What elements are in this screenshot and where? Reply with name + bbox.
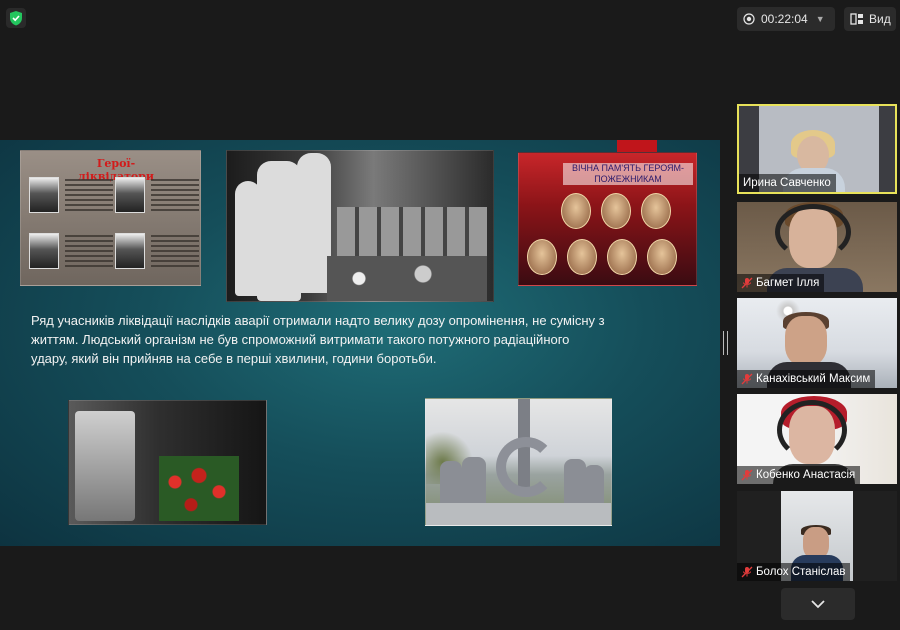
participant-name: Багмет Ілля <box>737 274 825 292</box>
monument-base <box>426 503 611 525</box>
poster-caption: ВІЧНА ПАМ'ЯТЬ ГЕРОЯМ-ПОЖЕЖНИКАМ <box>563 163 693 185</box>
portrait <box>29 233 59 269</box>
participant-name: Канахівський Максим <box>737 370 876 388</box>
scroll-participants-down-button[interactable] <box>781 588 855 620</box>
participant-name-text: Канахівський Максим <box>756 373 871 385</box>
caption-text <box>151 179 199 213</box>
participant-tile[interactable]: Болох Станіслав <box>737 491 897 581</box>
participant-video <box>785 316 827 366</box>
statue <box>564 459 586 505</box>
memorial-procession-photo <box>226 150 494 302</box>
participant-tile[interactable]: Багмет Ілля <box>737 202 897 292</box>
shield-check-icon <box>10 11 22 26</box>
portrait <box>115 233 145 269</box>
headphones <box>777 400 847 460</box>
portrait <box>567 239 597 275</box>
slide-paragraph: Ряд учасників ліквідації наслідків аварі… <box>31 311 686 368</box>
paragraph-line: удару, який він прийняв на себе в перші … <box>31 351 437 366</box>
participant-tile[interactable]: Кобенко Анастасія <box>737 394 897 484</box>
paragraph-line: Ряд учасників ліквідації наслідків аварі… <box>31 313 605 328</box>
monument-ring <box>496 437 556 497</box>
caption-text <box>151 235 199 269</box>
heroes-liquidators-photo: Герої-ліквідатори <box>20 150 201 286</box>
muted-mic-icon <box>741 469 753 481</box>
firefighters-memorial-poster: ВІЧНА ПАМ'ЯТЬ ГЕРОЯМ-ПОЖЕЖНИКАМ <box>518 152 697 286</box>
caption-text <box>65 235 113 269</box>
flowers <box>327 256 487 301</box>
paragraph-line: життям. Людський організм не був спромож… <box>31 332 570 347</box>
participant-name: Болох Станіслав <box>737 563 851 581</box>
figure <box>297 153 331 293</box>
portrait <box>115 177 145 213</box>
participant-name-text: Кобенко Анастасія <box>756 469 856 481</box>
portrait <box>29 177 59 213</box>
view-button[interactable]: Вид <box>844 7 896 31</box>
chevron-down-icon <box>811 600 825 609</box>
participant-name-text: Ирина Савченко <box>743 177 831 189</box>
view-button-label: Вид <box>869 12 891 26</box>
chevron-down-icon: ▼ <box>815 14 825 24</box>
participant-name-text: Багмет Ілля <box>756 277 820 289</box>
engraved-portrait <box>75 411 135 521</box>
muted-mic-icon <box>741 373 753 385</box>
statue <box>462 457 486 505</box>
participant-name-text: Болох Станіслав <box>756 566 846 578</box>
record-icon <box>743 13 755 25</box>
muted-mic-icon <box>741 566 753 578</box>
red-roses <box>159 456 239 521</box>
meeting-timer[interactable]: 00:22:04 ▼ <box>737 7 835 31</box>
panel-resize-handle[interactable] <box>723 331 728 355</box>
statue <box>440 461 462 505</box>
portrait <box>641 193 671 229</box>
portrait <box>527 239 557 275</box>
portrait <box>647 239 677 275</box>
shared-screen-slide: Герої-ліквідатори ВІЧНА ПАМ'ЯТЬ ГЕРОЯМ-П… <box>0 140 720 546</box>
memorial-flowers-photo <box>68 400 267 525</box>
participant-name: Ирина Савченко <box>739 174 836 192</box>
portrait <box>607 239 637 275</box>
statue <box>584 465 604 505</box>
participant-name: Кобенко Анастасія <box>737 466 861 484</box>
muted-mic-icon <box>741 277 753 289</box>
portrait <box>561 193 591 229</box>
security-shield-icon[interactable] <box>6 8 26 28</box>
slide-accent-tab <box>617 140 657 152</box>
caption-text <box>65 179 113 213</box>
portrait <box>601 193 631 229</box>
participant-tile[interactable]: Канахівський Максим <box>737 298 897 388</box>
figure <box>257 161 301 301</box>
headphones <box>775 204 851 260</box>
participant-tile[interactable]: Ирина Савченко <box>737 104 897 194</box>
chernobyl-monument-photo <box>425 398 612 526</box>
grid-view-icon <box>850 13 863 25</box>
timer-text: 00:22:04 <box>761 12 808 26</box>
